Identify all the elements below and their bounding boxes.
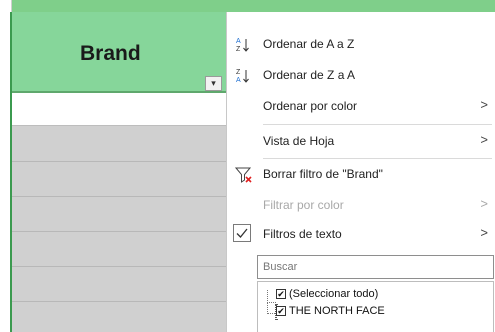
svg-text:A: A — [236, 38, 241, 45]
clear-filter-label: Borrar filtro de "Brand" — [263, 167, 383, 181]
menu-item-sort-z-a[interactable]: Z A Ordenar de Z a A — [227, 63, 495, 87]
brand-header-cell[interactable]: Brand ▾ — [12, 12, 227, 93]
row-divider — [12, 161, 226, 162]
menu-item-clear-filter[interactable]: Borrar filtro de "Brand" — [227, 162, 495, 186]
list-item-label: THE NORTH FACE — [289, 305, 385, 317]
sort-z-a-icon: Z A — [235, 67, 251, 84]
menu-item-text-filters[interactable]: Filtros de texto > — [227, 222, 495, 246]
row-divider — [12, 266, 226, 267]
search-placeholder: Buscar — [263, 261, 298, 273]
filter-menu: A Z Ordenar de A a Z Z A Ordenar de Z a … — [226, 12, 495, 332]
table-row[interactable] — [12, 93, 226, 126]
chevron-right-icon: > — [480, 196, 488, 211]
checkbox-checked-icon[interactable]: ✔ — [276, 289, 286, 299]
chevron-right-icon: > — [480, 97, 488, 112]
checkmark-icon — [233, 224, 251, 242]
filter-icon: ▾ — [211, 78, 216, 88]
menu-item-sort-a-z[interactable]: A Z Ordenar de A a Z — [227, 32, 495, 56]
sheet-view-label: Vista de Hoja — [263, 134, 335, 148]
clear-filter-icon — [234, 166, 252, 183]
svg-text:Z: Z — [236, 69, 241, 76]
menu-item-filter-by-color: Filtrar por color > — [227, 193, 495, 217]
row-divider — [12, 301, 226, 302]
value-list[interactable]: ✔ (Seleccionar todo) ✔ THE NORTH FACE — [257, 281, 494, 332]
checkbox-checked-icon[interactable]: ✔ — [276, 306, 286, 316]
sort-a-z-icon: A Z — [235, 36, 251, 53]
selected-column-border — [10, 12, 12, 332]
sort-a-z-label: Ordenar de A a Z — [263, 37, 355, 51]
text-filters-label: Filtros de texto — [263, 227, 342, 241]
menu-separator — [263, 124, 492, 125]
row-divider — [12, 231, 226, 232]
menu-item-sheet-view[interactable]: Vista de Hoja > — [227, 129, 495, 153]
column-header-label: Brand — [80, 42, 141, 65]
row-divider — [12, 196, 226, 197]
svg-text:Z: Z — [236, 46, 241, 53]
filter-dropdown-button[interactable]: ▾ — [205, 76, 222, 91]
search-input[interactable]: Buscar — [257, 255, 494, 279]
sort-z-a-label: Ordenar de Z a A — [263, 68, 356, 82]
menu-separator — [263, 158, 492, 159]
chevron-right-icon: > — [480, 225, 488, 240]
filter-by-color-label: Filtrar por color — [263, 198, 344, 212]
chevron-right-icon: > — [480, 132, 488, 147]
list-item-label: (Seleccionar todo) — [289, 288, 379, 300]
sort-by-color-label: Ordenar por color — [263, 99, 358, 113]
menu-item-sort-by-color[interactable]: Ordenar por color > — [227, 94, 495, 118]
svg-text:A: A — [236, 77, 241, 84]
